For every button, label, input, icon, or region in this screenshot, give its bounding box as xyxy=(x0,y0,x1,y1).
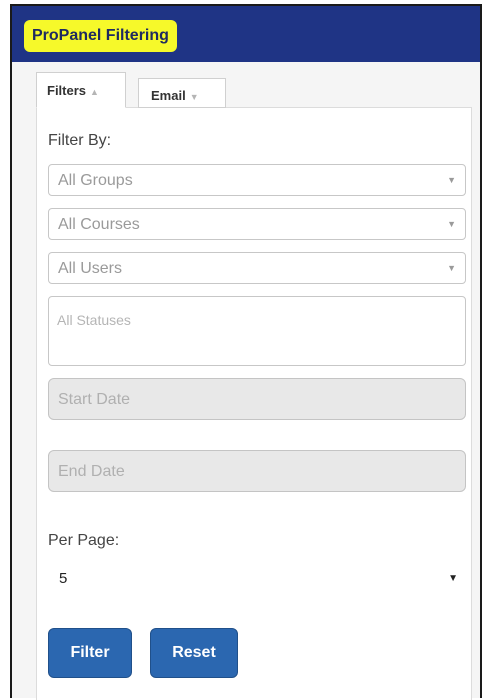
users-select-value: All Users xyxy=(58,260,123,277)
chevron-down-icon: ▼ xyxy=(448,573,458,584)
caret-up-icon: ▲ xyxy=(90,87,99,97)
statuses-placeholder: All Statuses xyxy=(57,312,131,328)
reset-button[interactable]: Reset xyxy=(150,628,238,678)
per-page-value: 5 xyxy=(59,570,68,587)
courses-select[interactable]: All Courses ▼ xyxy=(48,208,466,240)
per-page-label: Per Page: xyxy=(48,532,120,549)
start-date-placeholder: Start Date xyxy=(58,391,131,408)
end-date-placeholder: End Date xyxy=(58,463,125,480)
tab-filters[interactable]: Filters ▲ xyxy=(36,72,126,108)
groups-select-value: All Groups xyxy=(58,172,133,189)
tab-filters-label: Filters xyxy=(47,83,87,98)
statuses-multiselect[interactable]: All Statuses xyxy=(48,296,466,366)
chevron-down-icon: ▼ xyxy=(447,175,456,185)
tab-email[interactable]: Email ▼ xyxy=(138,78,226,108)
users-select[interactable]: All Users ▼ xyxy=(48,252,466,284)
chevron-down-icon: ▼ xyxy=(447,219,456,229)
widget-header: ProPanel Filtering xyxy=(12,6,480,62)
tab-email-label: Email xyxy=(151,88,186,103)
propanel-widget: ProPanel Filtering Filters ▲ Email ▼ Filte… xyxy=(10,4,482,700)
caret-down-icon: ▼ xyxy=(189,92,199,102)
filter-by-label: Filter By: xyxy=(48,132,112,149)
start-date-input[interactable]: Start Date xyxy=(48,378,466,420)
filter-button[interactable]: Filter xyxy=(48,628,132,678)
per-page-select[interactable]: 5 ▼ xyxy=(48,558,466,598)
chevron-down-icon: ▼ xyxy=(447,263,456,273)
groups-select[interactable]: All Groups ▼ xyxy=(48,164,466,196)
widget-title: ProPanel Filtering xyxy=(24,20,177,52)
end-date-input[interactable]: End Date xyxy=(48,450,466,492)
courses-select-value: All Courses xyxy=(58,216,140,233)
